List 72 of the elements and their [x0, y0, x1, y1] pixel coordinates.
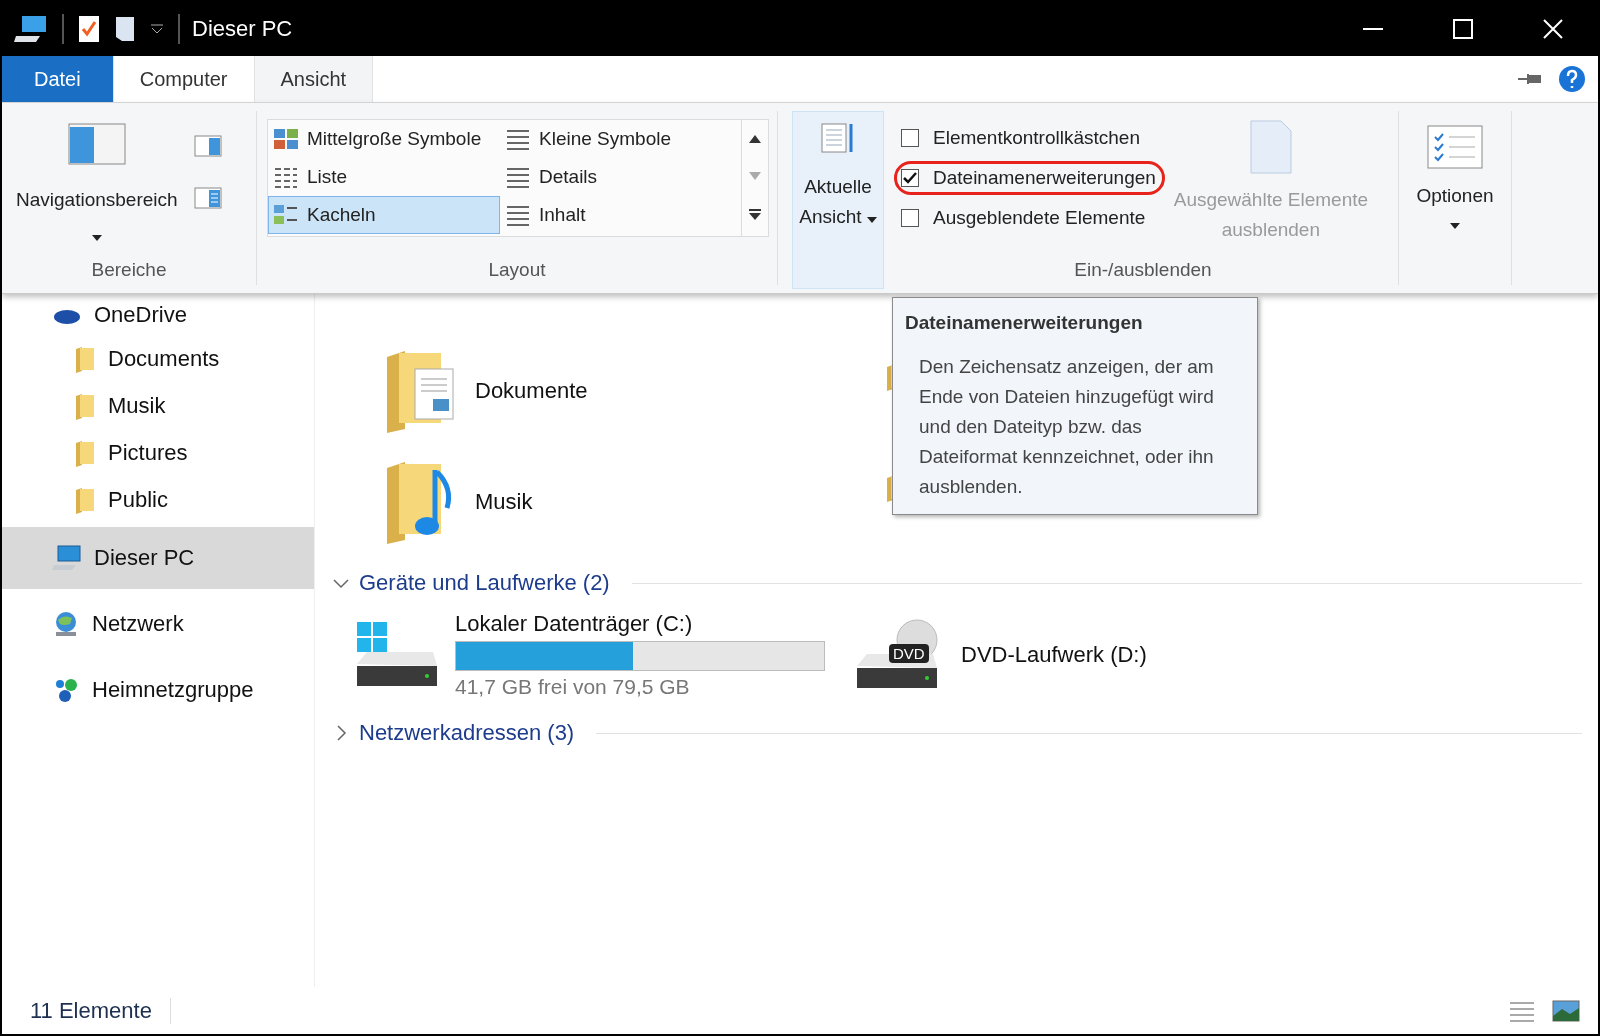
layout-option[interactable]: Kacheln — [268, 196, 500, 234]
view-icon — [505, 166, 531, 188]
view-icon — [505, 204, 531, 226]
sidebar-item[interactable]: OneDrive — [2, 295, 314, 335]
view-icon — [273, 204, 299, 226]
large-icons-view-icon[interactable] — [1552, 1000, 1580, 1022]
sidebar-item[interactable]: Dieser PC — [2, 527, 314, 589]
folder-tile[interactable]: Musik — [385, 446, 885, 557]
navigation-pane-button[interactable]: Navigationsbereich — [2, 111, 188, 259]
group-label: Layout — [487, 259, 547, 282]
sort-icon — [821, 122, 855, 154]
customize-caret-icon[interactable] — [150, 24, 164, 34]
help-icon[interactable] — [1558, 65, 1586, 93]
computer-icon[interactable] — [14, 14, 48, 44]
document-icon — [1248, 119, 1293, 175]
folder-icon — [74, 344, 96, 373]
dropdown-caret-icon — [866, 217, 877, 223]
item-count: 11 Elemente — [30, 998, 171, 1024]
new-folder-icon[interactable] — [114, 15, 136, 43]
layout-option[interactable]: Details — [500, 158, 732, 196]
layout-option[interactable]: Kleine Symbole — [500, 120, 732, 158]
folder-icon — [74, 391, 96, 420]
tooltip-title: Dateinamenerweiterungen — [905, 312, 1144, 334]
drive-tile[interactable]: DVD DVD-Laufwerk (D:) — [855, 611, 1147, 699]
layout-option[interactable]: Mittelgroße Symbole — [268, 120, 500, 158]
drive-name: Lokaler Datenträger (C:) — [455, 611, 694, 637]
folder-icon — [74, 438, 96, 467]
scroll-up-icon[interactable] — [749, 134, 761, 143]
free-space: 41,7 GB frei von 79,5 GB — [455, 675, 691, 699]
dropdown-caret-icon — [1450, 223, 1460, 229]
checkbox[interactable]: Elementkontrollkästchen — [894, 121, 1165, 155]
group-header[interactable]: Netzwerkadressen (3) — [359, 720, 575, 746]
group-header[interactable]: Geräte und Laufwerke (2) — [359, 570, 610, 596]
file-menu-tab[interactable]: Datei — [2, 56, 114, 102]
folder-tile[interactable]: Dokumente — [385, 335, 885, 446]
window-title: Dieser PC — [192, 16, 294, 42]
pane-layout-icon — [67, 123, 126, 165]
sidebar-item[interactable]: Netzwerk — [2, 593, 314, 655]
current-view-button[interactable]: Aktuelle Ansicht — [792, 111, 884, 289]
sidebar-item[interactable]: Public — [2, 476, 314, 523]
maximize-icon[interactable] — [1453, 19, 1473, 39]
sidebar-item[interactable]: Musik — [2, 382, 314, 429]
pin-icon[interactable] — [1518, 72, 1544, 86]
view-icon — [273, 128, 299, 150]
checklist-icon — [1427, 125, 1483, 169]
ribbon-tab[interactable]: Ansicht — [254, 56, 374, 102]
documents-folder-icon — [385, 348, 457, 433]
layout-option[interactable]: Inhalt — [500, 196, 732, 234]
view-icon — [273, 166, 299, 188]
preview-pane-icon[interactable] — [193, 135, 222, 157]
details-pane-icon[interactable] — [193, 187, 222, 209]
computer-icon — [52, 545, 82, 571]
tooltip-text: Den Zeichensatz anzeigen, der am Ende von Dateien hinzugefügt wird und den Dateityp bzw. das Dateiformat kennzeichnet, oder ihn ausblenden. — [919, 355, 1215, 499]
view-icon — [505, 128, 531, 150]
drive-tile[interactable]: Lokaler Datenträger (C:) 41,7 GB frei von 79,5 GB — [355, 611, 825, 699]
checkbox[interactable]: Ausgeblendete Elemente — [894, 201, 1165, 235]
dropdown-caret-icon — [91, 235, 102, 241]
drive-name: DVD-Laufwerk (D:) — [961, 642, 1147, 668]
checkbox[interactable]: Dateinamenerweiterungen — [894, 161, 1165, 195]
layout-option[interactable]: Liste — [268, 158, 500, 196]
checkmark-icon — [903, 172, 917, 184]
sidebar-item[interactable]: Documents — [2, 335, 314, 382]
sidebar-item[interactable]: Heimnetzgruppe — [2, 659, 314, 721]
options-button[interactable]: Optionen — [1399, 111, 1511, 230]
group-label: Ein-/ausblenden — [1073, 259, 1213, 282]
properties-icon[interactable] — [78, 15, 100, 43]
close-icon[interactable] — [1543, 19, 1563, 39]
folder-icon — [74, 485, 96, 514]
group-label: Bereiche — [90, 259, 168, 282]
more-icon[interactable] — [749, 209, 761, 222]
sidebar-item[interactable]: Pictures — [2, 429, 314, 476]
drive-badge: DVD — [889, 644, 929, 663]
